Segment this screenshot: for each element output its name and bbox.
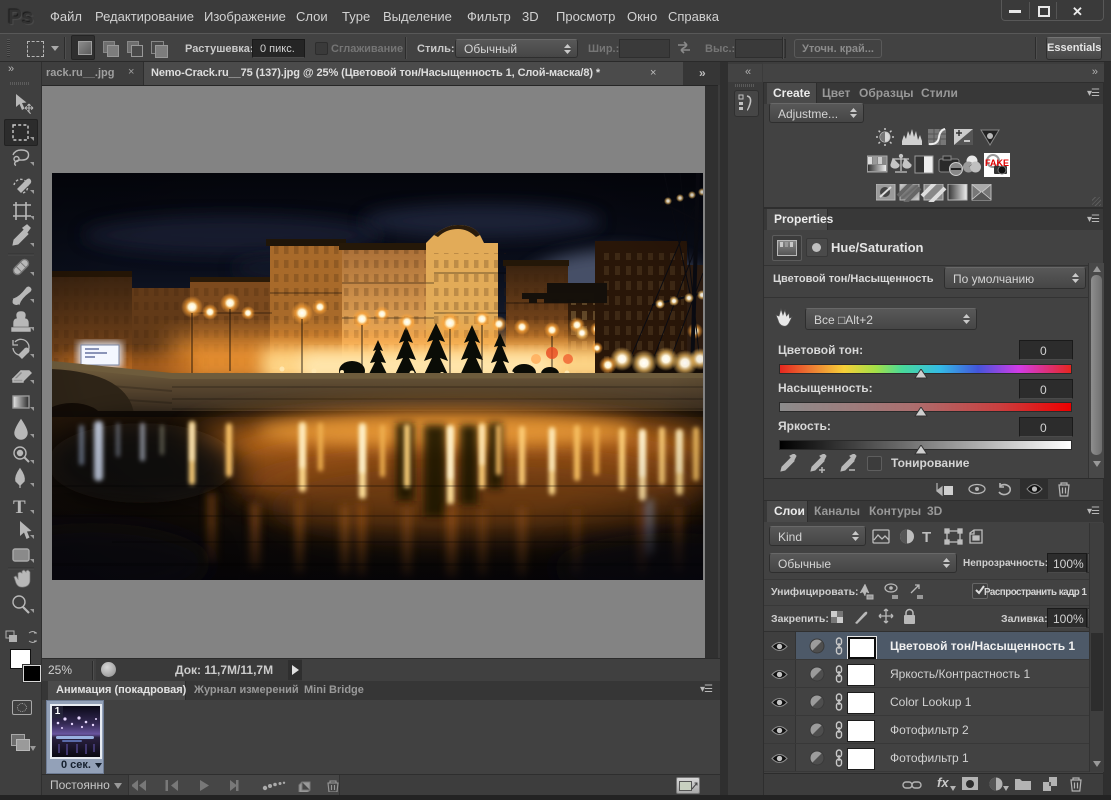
- svg-text:T: T: [922, 529, 931, 545]
- svg-text:T: T: [13, 497, 26, 518]
- svg-text:FAKE: FAKE: [985, 158, 1009, 168]
